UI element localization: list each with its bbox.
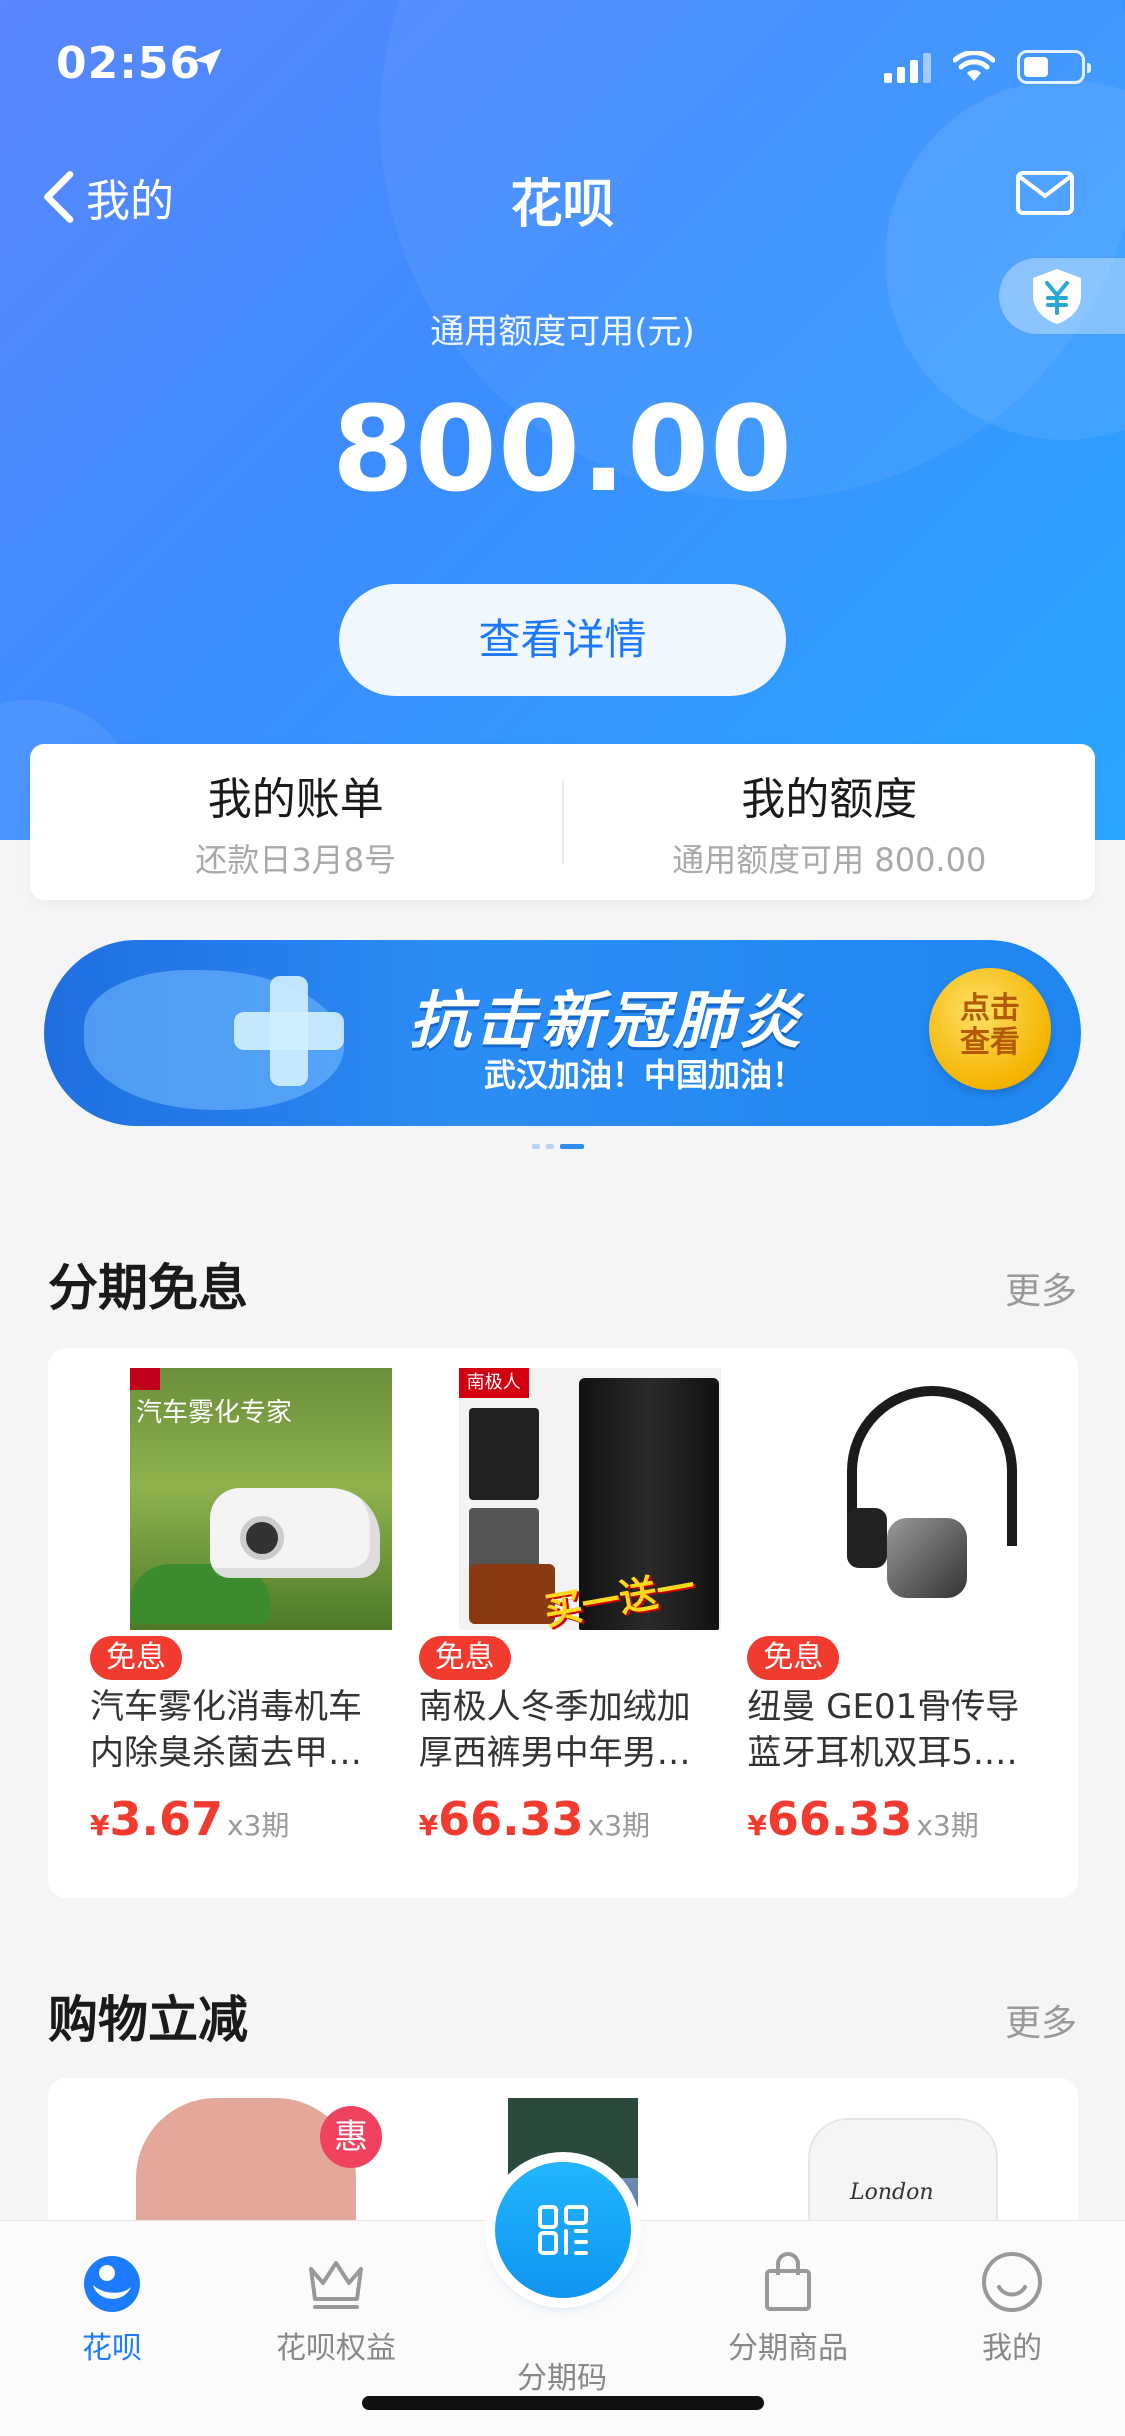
price-periods: x3期 [226,1809,290,1842]
tab-label: 分期码 [517,2361,607,2396]
tab-benefits[interactable]: 花呗权益 [236,2249,436,2367]
interest-free-tag: 免息 [90,1636,182,1680]
huabei-icon [84,2256,140,2312]
mail-icon[interactable] [1015,168,1075,218]
shopping-more-link[interactable]: 更多 [1005,1994,1077,2046]
status-time: 02:56 [56,38,202,89]
product-price: ¥66.33 x3期 [747,1792,979,1846]
product-name: 纽曼 GE01骨传导蓝牙耳机双耳5.… [747,1687,1020,1773]
product-image-fogger: 汽车雾化专家 [130,1368,392,1630]
interest-free-tag: 免息 [747,1636,840,1680]
smiley-icon [982,2252,1042,2312]
product-name: 汽车雾化消毒机车内除臭杀菌去甲… [90,1687,362,1773]
tab-installment-products[interactable]: 分期商品 [688,2249,888,2367]
badge-line-1: 点击 [960,991,1020,1026]
product-image-earphones [787,1368,1050,1630]
summary-card: 我的账单 还款日3月8号 我的额度 通用额度可用 800.00 [30,744,1095,900]
discount-badge: 惠 [320,2106,382,2168]
installment-code-button[interactable] [495,2162,631,2298]
tab-mine[interactable]: 我的 [912,2249,1112,2367]
carousel-dot-active [560,1144,584,1149]
price-amount: 66.33 [438,1792,584,1846]
tshirt-print-text: London [850,2180,934,2205]
badge-line-2: 查看 [960,1025,1020,1060]
repayment-date: 还款日3月8号 [195,841,397,879]
product-price: ¥3.67 x3期 [90,1792,290,1846]
carousel-dot [546,1144,554,1149]
status-bar: 02:56 [0,0,1125,130]
price-periods: x3期 [587,1809,651,1842]
installment-product-list: 汽车雾化专家 免息 汽车雾化消毒机车内除臭杀菌去甲… ¥3.67 x3期 南极人 … [48,1348,1078,1898]
tab-label: 花呗权益 [276,2331,396,2366]
shopping-section-title: 购物立减 [48,1991,248,2049]
brand-logo: 南极人 [458,1368,529,1398]
installment-more-link[interactable]: 更多 [1005,1262,1077,1314]
wifi-icon [953,51,995,81]
crown-icon [309,2261,363,2309]
tab-installment-code[interactable]: 分期码 [462,2345,662,2397]
product-name: 南极人冬季加绒加厚西裤男中年男… [418,1687,691,1773]
my-quota-entry[interactable]: 我的额度 通用额度可用 800.00 [564,744,1096,900]
signal-icon [884,51,931,83]
my-quota-title: 我的额度 [741,774,918,825]
tab-label: 分期商品 [728,2331,848,2366]
product-image-text: 汽车雾化专家 [136,1398,293,1428]
tab-huabei[interactable]: 花呗 [12,2249,212,2367]
credit-label: 通用额度可用(元) [430,312,695,352]
my-bill-entry[interactable]: 我的账单 还款日3月8号 [30,744,562,900]
price-periods: x3期 [916,1809,979,1842]
page-title: 花呗 [510,175,615,235]
banner-view-badge[interactable]: 点击 查看 [929,968,1051,1090]
carousel-indicator [532,1144,584,1149]
medical-cross-icon [234,976,344,1086]
qrcode-icon [538,2205,588,2255]
price-amount: 3.67 [109,1792,223,1846]
interest-free-tag: 免息 [418,1636,511,1680]
product-item[interactable]: 南极人 买一送一 免息 南极人冬季加绒加厚西裤男中年男… ¥66.33 x3期 [399,1368,728,1898]
banner-title: 抗击新冠肺炎 [409,984,806,1057]
price-amount: 66.33 [766,1792,913,1846]
product-image-pants: 南极人 买一送一 [458,1368,721,1630]
credit-amount: 800.00 [331,380,794,518]
covid-banner[interactable]: 抗击新冠肺炎 武汉加油！中国加油！ 点击 查看 [44,940,1081,1126]
product-item[interactable]: 免息 纽曼 GE01骨传导蓝牙耳机双耳5.… ¥66.33 x3期 [727,1368,1056,1898]
product-item[interactable]: 汽车雾化专家 免息 汽车雾化消毒机车内除臭杀菌去甲… ¥3.67 x3期 [70,1368,399,1898]
carousel-dot [532,1144,540,1149]
shopping-bag-icon [765,2252,811,2311]
view-details-button[interactable]: 查看详情 [339,584,786,696]
tab-label: 我的 [982,2331,1042,2366]
quota-available: 通用额度可用 800.00 [672,841,987,879]
installment-section-title: 分期免息 [48,1259,248,1317]
home-indicator [362,2396,764,2410]
my-bill-title: 我的账单 [207,774,384,825]
location-arrow-icon [194,48,222,76]
battery-icon [1017,50,1091,84]
product-price: ¥66.33 x3期 [418,1792,651,1846]
banner-subtitle: 武汉加油！中国加油！ [484,1056,805,1094]
tab-label: 花呗 [82,2331,142,2366]
